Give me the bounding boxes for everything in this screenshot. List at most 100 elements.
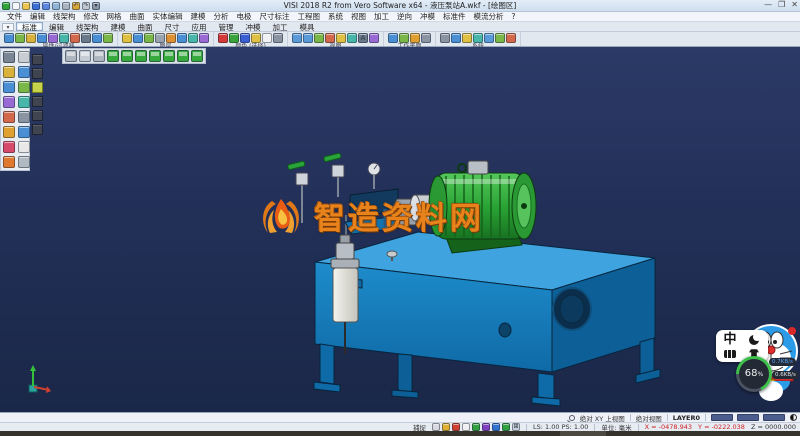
ribbon-tab-应用[interactable]: 应用	[186, 22, 213, 31]
workplane-entity-icon[interactable]	[410, 33, 420, 43]
ribbon-tab-尺寸[interactable]: 尺寸	[159, 22, 186, 31]
minimize-button[interactable]: —	[764, 0, 772, 9]
view-left-icon[interactable]	[149, 50, 161, 62]
menu-视图[interactable]: 视图	[347, 12, 370, 22]
panel-tab-4[interactable]	[32, 96, 43, 107]
zoom-out-icon[interactable]	[325, 33, 335, 43]
import-icon[interactable]	[52, 2, 60, 10]
ribbon-tab-标准[interactable]: 标准	[16, 22, 43, 31]
menu-模流分析[interactable]: 模流分析	[470, 12, 508, 22]
current-layer-label[interactable]: LAYER0	[673, 414, 700, 422]
menu-线架构[interactable]: 线架构	[49, 12, 80, 22]
layer-filter-icon[interactable]	[37, 33, 47, 43]
status-swatch-2[interactable]	[737, 414, 759, 421]
viewport-3d[interactable]: 智造资料网 中	[0, 47, 800, 412]
layer-manager-icon[interactable]	[177, 33, 187, 43]
menu-系统[interactable]: 系统	[324, 12, 347, 22]
info-icon[interactable]	[484, 33, 494, 43]
save-icon[interactable]	[32, 2, 40, 10]
workplane-reset-icon[interactable]	[421, 33, 431, 43]
curve-tool-icon[interactable]	[18, 81, 30, 93]
trim-tool-icon[interactable]	[18, 111, 30, 123]
copy-to-layer-icon[interactable]	[199, 33, 209, 43]
element-filter-icon[interactable]	[59, 33, 69, 43]
undo-icon[interactable]: ↶	[72, 2, 80, 10]
view-back-icon[interactable]	[163, 50, 175, 62]
attribute-icon[interactable]	[4, 33, 14, 43]
view-isometric-icon[interactable]	[191, 50, 203, 62]
menu-实体编辑[interactable]: 实体编辑	[149, 12, 187, 22]
layer-on-icon[interactable]	[144, 33, 154, 43]
menu-曲面[interactable]: 曲面	[126, 12, 149, 22]
color-red-swatch-icon[interactable]	[218, 33, 228, 43]
zoom-in-icon[interactable]	[314, 33, 324, 43]
ribbon-tab-加工[interactable]: 加工	[267, 22, 294, 31]
menu-修改[interactable]: 修改	[80, 12, 103, 22]
view-mode-label[interactable]: 绝对视图	[636, 413, 662, 423]
net-monitor-widget[interactable]: 68% 0.7KB/s 0.6KB/s	[736, 356, 772, 392]
menu-冲模[interactable]: 冲模	[416, 12, 439, 22]
maximize-button[interactable]: ❐	[778, 0, 785, 9]
menu-尺寸标注[interactable]: 尺寸标注	[256, 12, 294, 22]
macro-icon[interactable]	[473, 33, 483, 43]
view-right-icon[interactable]	[135, 50, 147, 62]
type-filter-icon[interactable]	[48, 33, 58, 43]
save-all-icon[interactable]	[42, 2, 50, 10]
ribbon-tab-线架构[interactable]: 线架构	[70, 22, 105, 31]
color-filter-icon[interactable]	[26, 33, 36, 43]
ribbon-dropdown[interactable]: ▾	[2, 23, 14, 31]
menu-工程图[interactable]: 工程图	[294, 12, 325, 22]
view-hidden-line-icon[interactable]	[93, 50, 105, 62]
moon-icon[interactable]	[749, 335, 759, 345]
color-green-swatch-icon[interactable]	[229, 33, 239, 43]
view-shaded-icon[interactable]	[65, 50, 77, 62]
layers-icon[interactable]	[122, 33, 132, 43]
ime-chinese-mode[interactable]: 中	[723, 334, 736, 346]
status-swatch-1[interactable]	[711, 414, 733, 421]
calculator-icon[interactable]	[462, 33, 472, 43]
menu-标准件[interactable]: 标准件	[439, 12, 470, 22]
redo-icon[interactable]: ↷	[82, 2, 90, 10]
panel-tab-3[interactable]	[32, 82, 43, 93]
select-tool-icon[interactable]	[3, 51, 15, 63]
color-by-layer-icon[interactable]	[273, 33, 283, 43]
arc-tool-icon[interactable]	[3, 81, 15, 93]
render-tool-icon[interactable]	[18, 156, 30, 168]
close-button[interactable]: ✕	[791, 0, 798, 9]
mirror-tool-icon[interactable]	[3, 111, 15, 123]
zoom-window-icon[interactable]	[303, 33, 313, 43]
keyboard-icon[interactable]	[724, 350, 736, 358]
status-swatch-3[interactable]	[763, 414, 785, 421]
text-height-icon[interactable]: A	[358, 33, 368, 43]
panel-tab-6[interactable]	[32, 124, 43, 135]
snap-end-icon[interactable]	[452, 423, 460, 431]
menu-编辑[interactable]: 编辑	[26, 12, 49, 22]
properties-icon[interactable]	[81, 33, 91, 43]
ribbon-tab-管理[interactable]: 管理	[213, 22, 240, 31]
panel-tab-5[interactable]	[32, 110, 43, 121]
menu-电极[interactable]: 电极	[233, 12, 256, 22]
measure-tool-icon[interactable]	[3, 126, 15, 138]
menu-文件[interactable]: 文件	[3, 12, 26, 22]
workplane-xy-icon[interactable]	[388, 33, 398, 43]
snap-point-icon[interactable]	[442, 423, 450, 431]
mask-icon[interactable]	[70, 33, 80, 43]
view-bottom-icon[interactable]	[177, 50, 189, 62]
workplane-view-icon[interactable]	[399, 33, 409, 43]
zoom-fit-icon[interactable]	[292, 33, 302, 43]
match-properties-icon[interactable]	[92, 33, 102, 43]
material-tool-icon[interactable]	[3, 156, 15, 168]
panel-tab-1[interactable]	[32, 54, 43, 65]
reset-filter-icon[interactable]	[103, 33, 113, 43]
customize-quick-access-icon[interactable]: ▾	[92, 2, 100, 10]
menu-网格[interactable]: 网格	[103, 12, 126, 22]
snap-settings-icon[interactable]	[432, 423, 440, 431]
app-logo-icon[interactable]	[2, 2, 10, 10]
move-tool-icon[interactable]	[3, 96, 15, 108]
timer-icon[interactable]	[502, 423, 510, 431]
menu-分析[interactable]: 分析	[210, 12, 233, 22]
search-icon[interactable]	[569, 415, 575, 421]
print-icon[interactable]	[62, 2, 70, 10]
color-blue-swatch-icon[interactable]	[240, 33, 250, 43]
menu-?[interactable]: ?	[508, 12, 520, 22]
